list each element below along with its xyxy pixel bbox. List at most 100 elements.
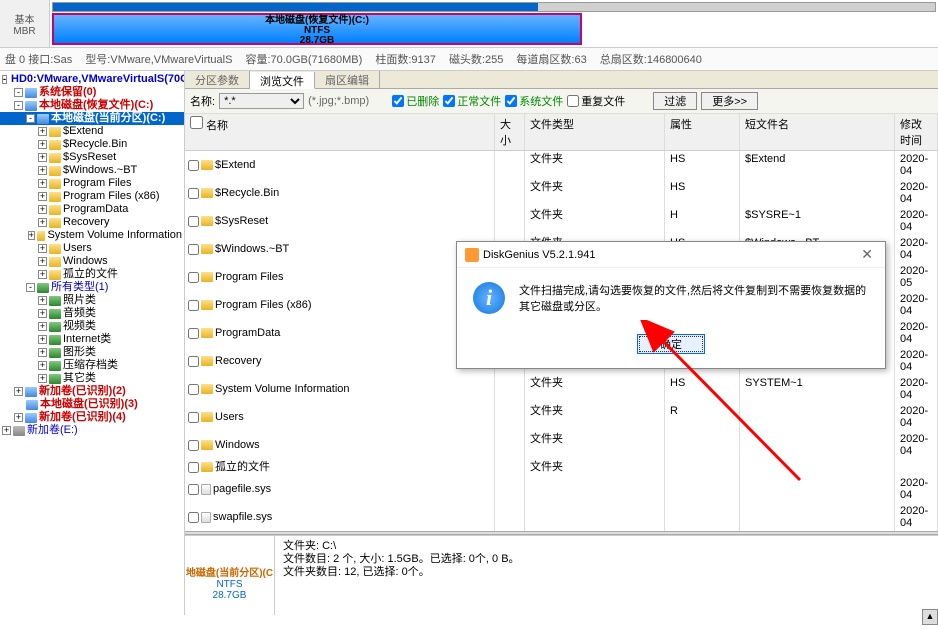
ok-button[interactable]: 确定 — [637, 334, 705, 354]
tree-folder-orphan[interactable]: +孤立的文件 — [0, 268, 184, 281]
check-all[interactable] — [190, 116, 203, 129]
tree-folder-progfiles[interactable]: +Program Files — [0, 177, 184, 190]
tab-browse-files[interactable]: 浏览文件 — [250, 72, 315, 89]
file-name: pagefile.sys — [213, 483, 271, 495]
file-attr — [665, 503, 740, 531]
file-checkbox[interactable] — [188, 462, 199, 473]
tree-local-disk-current[interactable]: -本地磁盘(当前分区)(C:) — [0, 112, 184, 125]
tree-folder-svi[interactable]: +System Volume Information — [0, 229, 184, 242]
tree-newvol-4[interactable]: +新加卷(已识别)(4) — [0, 411, 184, 424]
tree-folder-progfiles86[interactable]: +Program Files (x86) — [0, 190, 184, 203]
file-date: 2020-04 — [895, 431, 938, 459]
scan-complete-dialog: DiskGenius V5.2.1.941 ✕ i 文件扫描完成,请勾选要恢复的… — [456, 241, 886, 369]
cb-dup[interactable]: 重复文件 — [567, 93, 625, 109]
tree-type-audio[interactable]: +音频类 — [0, 307, 184, 320]
partition-map[interactable]: 本地磁盘(恢复文件)(C:) NTFS 28.7GB — [50, 0, 938, 47]
tree-folder-users[interactable]: +Users — [0, 242, 184, 255]
file-row[interactable]: Windows文件夹2020-04 — [185, 431, 938, 459]
file-checkbox[interactable] — [188, 356, 199, 367]
file-checkbox[interactable] — [188, 216, 199, 227]
tree-disk-root[interactable]: -HD0:VMware,VMwareVirtualS(70GB) — [0, 73, 184, 86]
file-checkbox[interactable] — [188, 440, 199, 451]
file-date: 2020-04 — [895, 347, 938, 375]
tree-type-other[interactable]: +其它类 — [0, 372, 184, 385]
folder-icon — [201, 356, 213, 366]
cb-normal[interactable]: 正常文件 — [443, 93, 501, 109]
folder-icon — [201, 384, 213, 394]
file-checkbox[interactable] — [188, 272, 199, 283]
file-name: swapfile.sys — [213, 511, 272, 523]
tree-folder-sysreset[interactable]: +$SysReset — [0, 151, 184, 164]
tree-folder-extend[interactable]: +$Extend — [0, 125, 184, 138]
file-type: 文件夹 — [525, 431, 665, 459]
file-date: 2020-04 — [895, 151, 938, 179]
tree-type-internet[interactable]: +Internet类 — [0, 333, 184, 346]
tree-newvol-2[interactable]: +新加卷(已识别)(2) — [0, 385, 184, 398]
cb-deleted[interactable]: 已删除 — [392, 93, 439, 109]
file-checkbox[interactable] — [188, 328, 199, 339]
file-type: 文件夹 — [525, 403, 665, 431]
file-checkbox[interactable] — [188, 412, 199, 423]
file-type: 文件夹 — [525, 459, 665, 475]
file-row[interactable]: 孤立的文件 文件夹 — [185, 459, 938, 475]
tree-newvol-e[interactable]: +新加卷(E:) — [0, 424, 184, 437]
file-attr: HS — [665, 375, 740, 403]
file-shortname: $Extend — [740, 151, 895, 179]
tree-type-graphic[interactable]: +图形类 — [0, 346, 184, 359]
tab-sector-edit[interactable]: 扇区编辑 — [315, 71, 380, 88]
info-icon: i — [473, 282, 505, 314]
file-row[interactable]: pagefile.sys2020-04 — [185, 475, 938, 503]
file-checkbox[interactable] — [188, 188, 199, 199]
file-name: ProgramData — [215, 327, 280, 339]
partition-selected[interactable]: 本地磁盘(恢复文件)(C:) NTFS 28.7GB — [52, 13, 582, 45]
file-checkbox[interactable] — [188, 244, 199, 255]
file-checkbox[interactable] — [188, 300, 199, 311]
file-row[interactable]: $SysReset文件夹H$SYSRE~12020-04 — [185, 207, 938, 235]
disk-tree[interactable]: -HD0:VMware,VMwareVirtualS(70GB) -系统保留(0… — [0, 71, 185, 615]
tree-folder-recycle[interactable]: +$Recycle.Bin — [0, 138, 184, 151]
filter-bar: 名称: *.* (*.jpg;*.bmp) 已删除 正常文件 系统文件 重复文件… — [185, 89, 938, 114]
dialog-close-button[interactable]: ✕ — [857, 246, 877, 263]
tree-folder-recovery[interactable]: +Recovery — [0, 216, 184, 229]
tree-folder-winbt[interactable]: +$Windows.~BT — [0, 164, 184, 177]
tree-folder-windows[interactable]: +Windows — [0, 255, 184, 268]
file-date: 2020-04 — [895, 179, 938, 207]
file-name: Program Files — [215, 271, 283, 283]
file-name: Program Files (x86) — [215, 299, 312, 311]
tree-type-video[interactable]: +视频类 — [0, 320, 184, 333]
tree-all-types[interactable]: -所有类型(1) — [0, 281, 184, 294]
tree-type-archive[interactable]: +压缩存档类 — [0, 359, 184, 372]
filter-pattern-hint: (*.jpg;*.bmp) — [308, 95, 369, 107]
tree-local-disk-recover[interactable]: -本地磁盘(恢复文件)(C:) — [0, 99, 184, 112]
file-checkbox[interactable] — [188, 484, 199, 495]
file-row[interactable]: swapfile.sys2020-04 — [185, 503, 938, 531]
folder-icon — [201, 328, 213, 338]
file-type: 文件夹 — [525, 151, 665, 179]
file-checkbox[interactable] — [188, 384, 199, 395]
filter-button[interactable]: 过滤 — [653, 92, 697, 110]
tree-folder-progdata[interactable]: +ProgramData — [0, 203, 184, 216]
tree-local-disk-3[interactable]: 本地磁盘(已识别)(3) — [0, 398, 184, 411]
file-row[interactable]: System Volume Information文件夹HSSYSTEM~120… — [185, 375, 938, 403]
file-date: 2020-04 — [895, 375, 938, 403]
more-button[interactable]: 更多>> — [701, 92, 758, 110]
tree-sys-reserved[interactable]: -系统保留(0) — [0, 86, 184, 99]
file-icon — [201, 484, 211, 495]
file-checkbox[interactable] — [188, 160, 199, 171]
file-name: Recovery — [215, 355, 261, 367]
file-shortname: $SYSRE~1 — [740, 207, 895, 235]
scroll-up-icon[interactable]: ▲ — [922, 609, 938, 615]
file-row[interactable]: Users文件夹R2020-04 — [185, 403, 938, 431]
file-checkbox[interactable] — [188, 512, 199, 523]
file-type — [525, 475, 665, 503]
file-attr — [665, 431, 740, 459]
tree-type-photo[interactable]: +照片类 — [0, 294, 184, 307]
cb-system[interactable]: 系统文件 — [505, 93, 563, 109]
file-name: 孤立的文件 — [215, 461, 270, 473]
file-row[interactable]: $Recycle.Bin文件夹HS2020-04 — [185, 179, 938, 207]
partition-bar-section: 基本 MBR 本地磁盘(恢复文件)(C:) NTFS 28.7GB — [0, 0, 938, 48]
file-row[interactable]: $Extend文件夹HS$Extend2020-04 — [185, 151, 938, 179]
filter-pattern-select[interactable]: *.* — [219, 93, 304, 109]
file-type: 文件夹 — [525, 207, 665, 235]
tab-partition-params[interactable]: 分区参数 — [185, 71, 250, 88]
